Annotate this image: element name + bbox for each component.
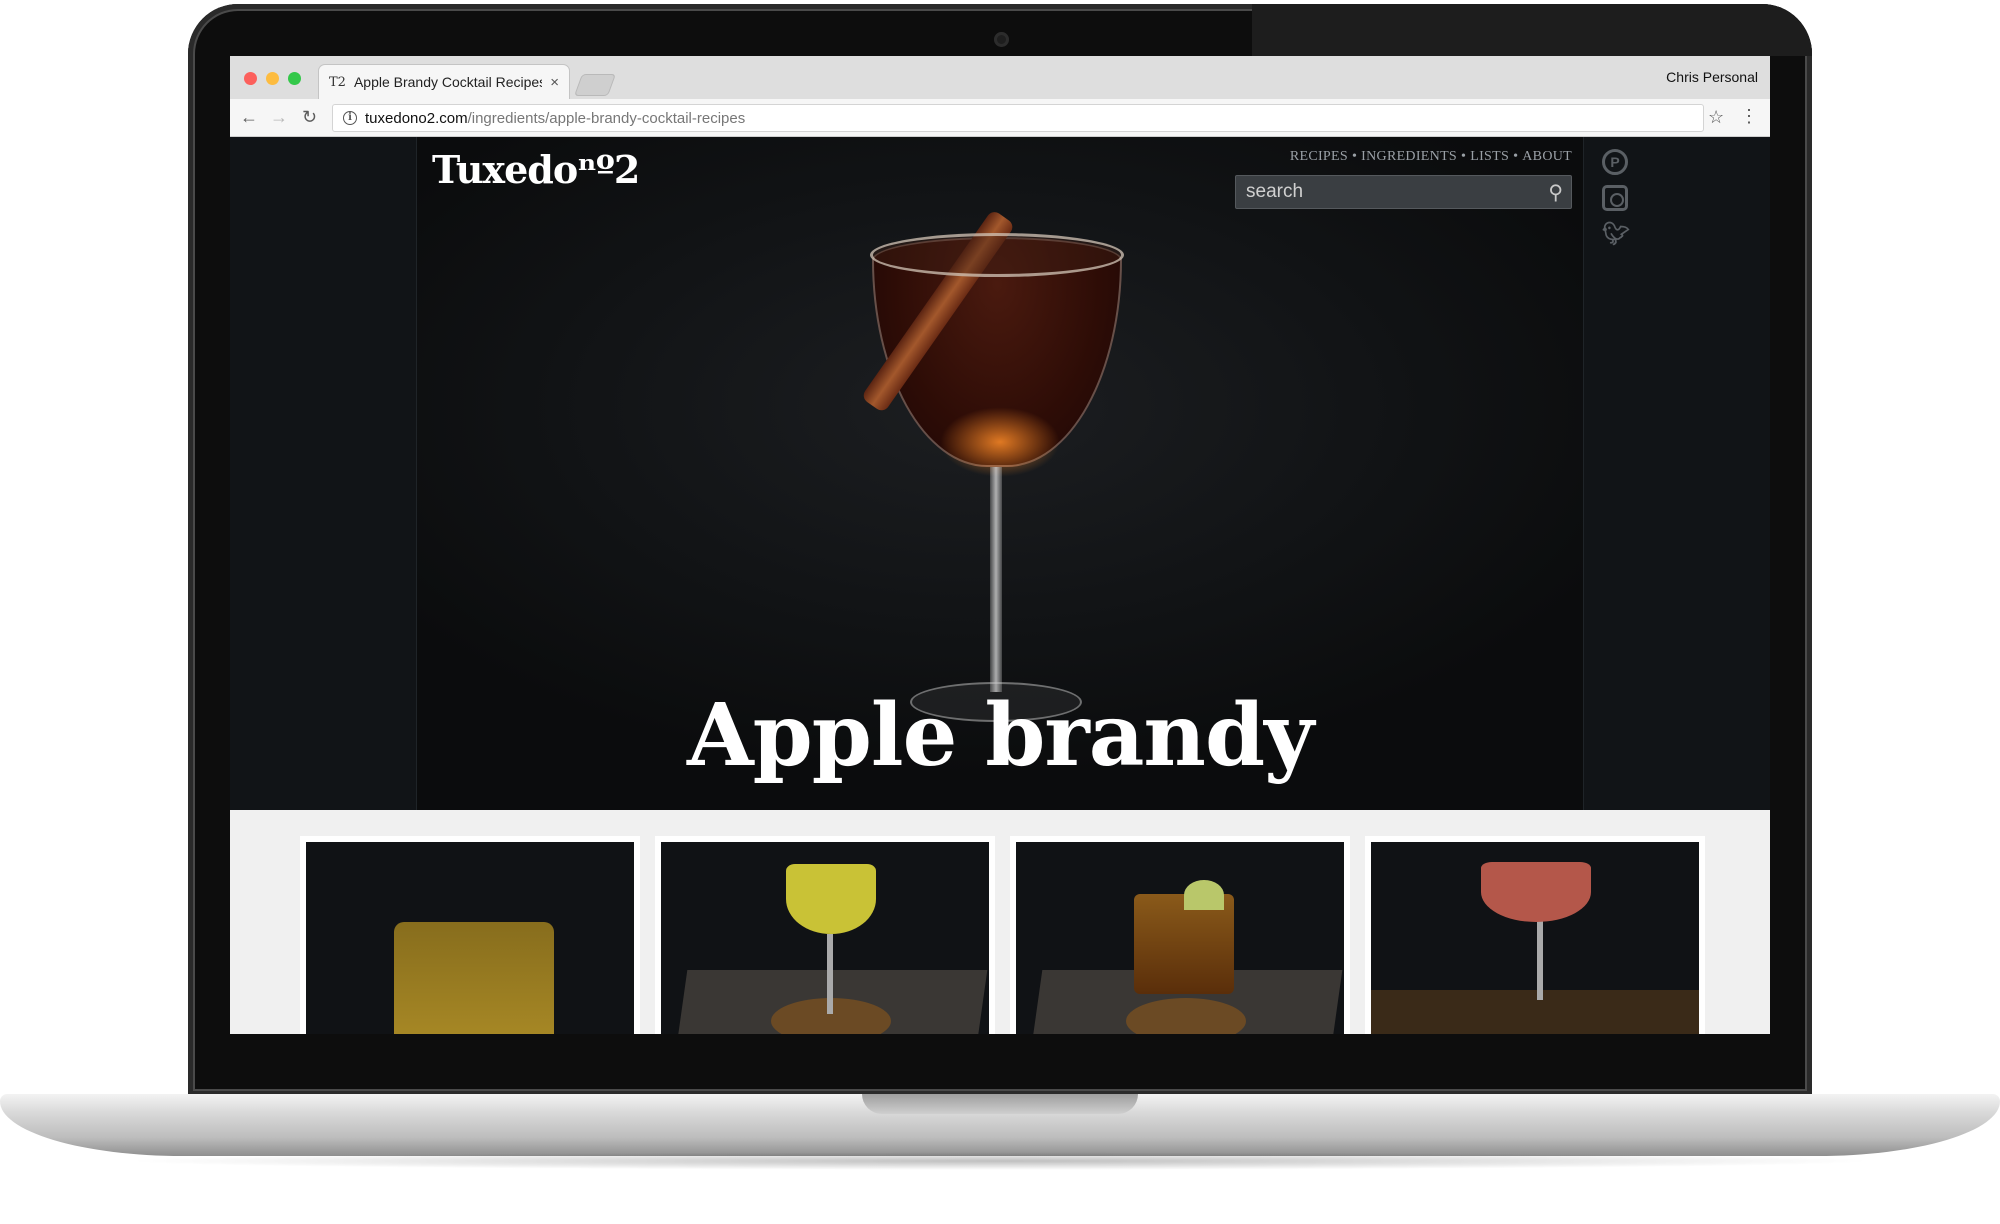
wooden-table (1371, 990, 1699, 1034)
recipe-card-image (306, 842, 634, 1034)
glass-stem (827, 934, 833, 1014)
tab-close-icon[interactable]: × (550, 74, 559, 91)
address-bar[interactable]: i tuxedono2.com/ingredients/apple-brandy… (332, 104, 1704, 132)
search-input[interactable] (1236, 176, 1571, 208)
cocktail-glass-rim (870, 233, 1124, 277)
lid-sheen (1252, 4, 1812, 56)
nav-item-ingredients[interactable]: INGREDIENTS (1361, 149, 1457, 165)
url-domain: tuxedono2.com (365, 109, 468, 127)
cocktail-glass-stem (990, 467, 1002, 692)
recipe-card-image (661, 842, 989, 1034)
coupe-glass (1481, 862, 1591, 922)
recipe-grid (230, 810, 1770, 1034)
site-info-icon[interactable]: i (343, 111, 357, 125)
rocks-glass (394, 922, 554, 1034)
close-window-button[interactable] (244, 72, 257, 85)
browser-tabbar: T2 Apple Brandy Cocktail Recipes × Chris… (230, 56, 1770, 99)
recipe-card[interactable] (655, 836, 995, 1034)
web-page: Tuxedoⁿº2 RECIPES • INGREDIENTS • LISTS … (230, 137, 1770, 1034)
hero-section: Tuxedoⁿº2 RECIPES • INGREDIENTS • LISTS … (230, 137, 1770, 810)
main-nav: RECIPES • INGREDIENTS • LISTS • ABOUT (1290, 149, 1572, 165)
bookmark-star-icon[interactable]: ☆ (1708, 107, 1724, 128)
back-arrow-icon[interactable]: ← (240, 107, 258, 127)
recipe-card-image (1016, 842, 1344, 1034)
glass-stem (1537, 920, 1543, 1000)
tab-title: Apple Brandy Cocktail Recipes (353, 74, 543, 90)
nav-separator: • (1513, 149, 1519, 164)
recipe-card[interactable] (1010, 836, 1350, 1034)
new-tab-button[interactable] (573, 74, 617, 96)
browser-toolbar: ← → ↻ i tuxedono2.com/ingredients/apple-… (230, 99, 1770, 137)
nav-separator: • (1461, 149, 1467, 164)
site-logo[interactable]: Tuxedoⁿº2 (432, 147, 640, 192)
nav-item-lists[interactable]: LISTS (1470, 149, 1509, 165)
browser-menu-icon[interactable]: ⋮ (1740, 106, 1758, 127)
search-box: ⚲ (1235, 175, 1572, 209)
browser-tab-active[interactable]: T2 Apple Brandy Cocktail Recipes × (318, 64, 570, 99)
tab-favicon-icon: T2 (329, 74, 346, 90)
nav-item-about[interactable]: ABOUT (1522, 149, 1572, 165)
twitter-icon[interactable]: 🐦︎ (1602, 221, 1630, 247)
nav-item-recipes[interactable]: RECIPES (1290, 149, 1348, 165)
recipe-card[interactable] (1365, 836, 1705, 1034)
forward-arrow-icon[interactable]: → (270, 107, 288, 127)
social-links: P 🐦︎ (1602, 149, 1630, 247)
page-title: Apple brandy (686, 685, 1314, 786)
laptop-shadow (120, 1152, 1880, 1170)
zoom-window-button[interactable] (288, 72, 301, 85)
search-icon[interactable]: ⚲ (1548, 180, 1563, 205)
recipe-card[interactable] (300, 836, 640, 1034)
url-path: /ingredients/apple-brandy-cocktail-recip… (467, 109, 746, 127)
laptop-screen: T2 Apple Brandy Cocktail Recipes × Chris… (230, 56, 1770, 1034)
webcam (994, 32, 1009, 47)
coupe-glass (786, 864, 876, 934)
nav-separator: • (1351, 149, 1358, 164)
laptop-notch (862, 1094, 1138, 1114)
instagram-icon[interactable] (1602, 185, 1628, 211)
laptop-bezel-bottom (230, 1036, 1770, 1084)
lime-garnish (1184, 880, 1224, 910)
recipe-card-image (1371, 842, 1699, 1034)
minimize-window-button[interactable] (266, 72, 279, 85)
reload-icon[interactable]: ↻ (302, 107, 317, 127)
browser-profile-name[interactable]: Chris Personal (1666, 69, 1758, 85)
pinterest-icon[interactable]: P (1602, 149, 1628, 175)
